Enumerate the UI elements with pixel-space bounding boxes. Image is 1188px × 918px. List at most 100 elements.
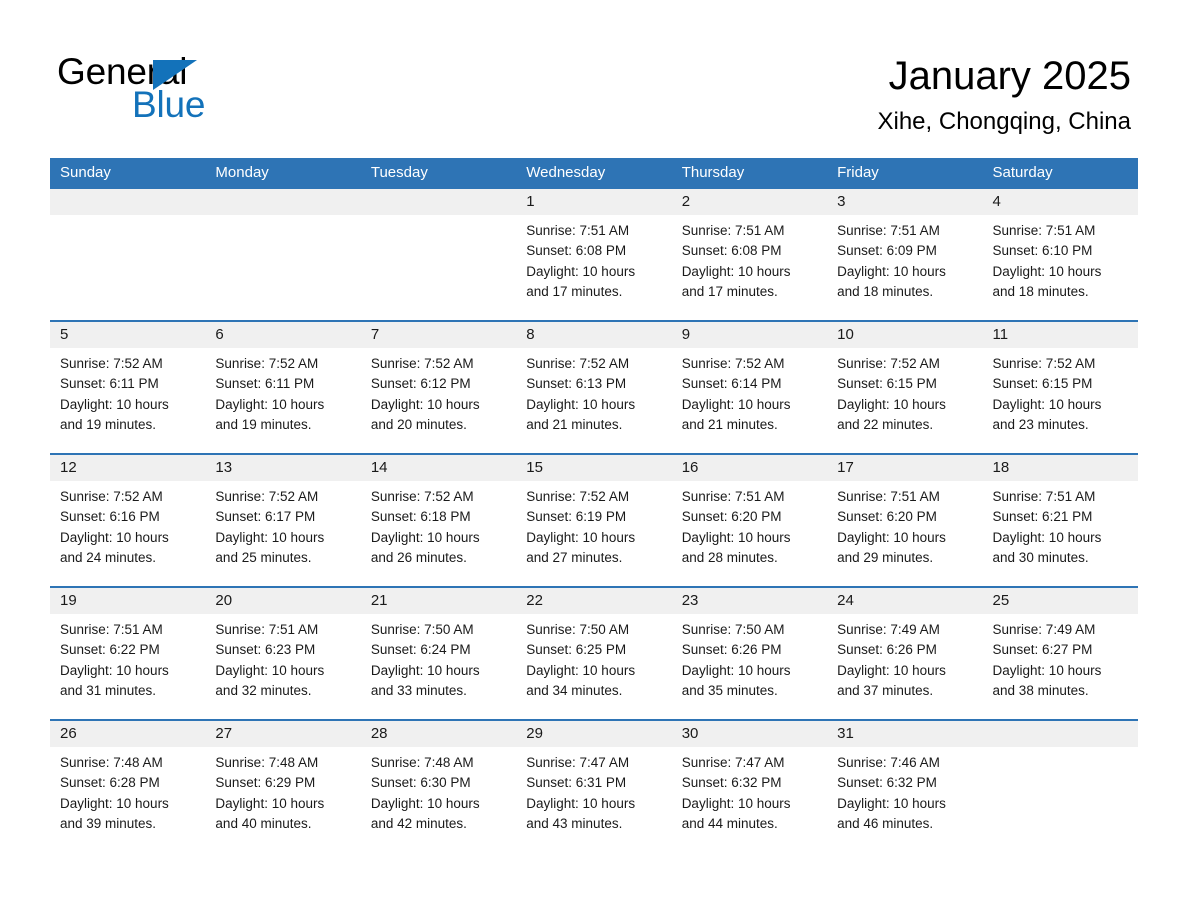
sunset-text: Sunset: 6:26 PM — [681, 642, 782, 658]
daylight-text-line1: Daylight: 10 hours — [837, 396, 946, 412]
day-number-band: 3 — [827, 189, 983, 215]
day-cell[interactable]: 7 Sunrise: 7:52 AM Sunset: 6:12 PM Dayli… — [360, 322, 517, 453]
daylight-text-line2: and 17 minutes. — [526, 283, 623, 299]
day-details: Sunrise: 7:52 AM Sunset: 6:12 PM Dayligh… — [361, 348, 516, 435]
daylight-text-line1: Daylight: 10 hours — [992, 662, 1102, 678]
daylight-text-line1: Daylight: 10 hours — [837, 662, 946, 678]
day-cell[interactable]: 19 Sunrise: 7:51 AM Sunset: 6:22 PM Dayl… — [50, 588, 206, 719]
day-details: Sunrise: 7:52 AM Sunset: 6:11 PM Dayligh… — [50, 348, 205, 435]
calendar-week-row: 1 Sunrise: 7:51 AM Sunset: 6:08 PM Dayli… — [50, 187, 1138, 320]
daylight-text-line2: and 22 minutes. — [837, 416, 934, 432]
day-number-band: 12 — [50, 455, 206, 481]
daylight-text-line1: Daylight: 10 hours — [681, 396, 791, 412]
day-number-band: 10 — [827, 322, 983, 348]
day-cell[interactable]: 15 Sunrise: 7:52 AM Sunset: 6:19 PM Dayl… — [516, 455, 672, 586]
day-number-band: 18 — [982, 455, 1138, 481]
day-cell[interactable]: 5 Sunrise: 7:52 AM Sunset: 6:11 PM Dayli… — [50, 322, 206, 453]
day-cell[interactable]: 18 Sunrise: 7:51 AM Sunset: 6:21 PM Dayl… — [982, 455, 1138, 586]
day-cell[interactable]: 23 Sunrise: 7:50 AM Sunset: 6:26 PM Dayl… — [671, 588, 828, 719]
day-details: Sunrise: 7:52 AM Sunset: 6:19 PM Dayligh… — [516, 481, 671, 568]
daylight-text-line1: Daylight: 10 hours — [215, 662, 325, 678]
daylight-text-line1: Daylight: 10 hours — [215, 529, 325, 545]
day-details: Sunrise: 7:52 AM Sunset: 6:16 PM Dayligh… — [50, 481, 205, 568]
page-title: January 2025 — [888, 54, 1131, 98]
day-cell[interactable]: 13 Sunrise: 7:52 AM Sunset: 6:17 PM Dayl… — [205, 455, 361, 586]
daylight-text-line2: and 29 minutes. — [837, 549, 934, 565]
day-cell[interactable]: 29 Sunrise: 7:47 AM Sunset: 6:31 PM Dayl… — [516, 721, 672, 852]
day-number-band: 5 — [50, 322, 206, 348]
day-cell[interactable] — [50, 189, 206, 320]
day-cell[interactable]: 25 Sunrise: 7:49 AM Sunset: 6:27 PM Dayl… — [982, 588, 1138, 719]
day-cell[interactable] — [205, 189, 361, 320]
day-cell[interactable]: 26 Sunrise: 7:48 AM Sunset: 6:28 PM Dayl… — [50, 721, 206, 852]
day-details: Sunrise: 7:48 AM Sunset: 6:28 PM Dayligh… — [50, 747, 205, 834]
sunset-text: Sunset: 6:20 PM — [837, 509, 937, 525]
day-cell[interactable]: 3 Sunrise: 7:51 AM Sunset: 6:09 PM Dayli… — [827, 189, 983, 320]
sunset-text: Sunset: 6:12 PM — [370, 376, 471, 392]
day-number — [983, 725, 993, 742]
sunset-text: Sunset: 6:24 PM — [370, 642, 471, 658]
day-cell[interactable]: 24 Sunrise: 7:49 AM Sunset: 6:26 PM Dayl… — [827, 588, 983, 719]
day-cell[interactable]: 27 Sunrise: 7:48 AM Sunset: 6:29 PM Dayl… — [205, 721, 361, 852]
daylight-text-line1: Daylight: 10 hours — [837, 529, 946, 545]
day-cell[interactable]: 30 Sunrise: 7:47 AM Sunset: 6:32 PM Dayl… — [671, 721, 828, 852]
day-cell[interactable]: 2 Sunrise: 7:51 AM Sunset: 6:08 PM Dayli… — [671, 189, 828, 320]
daylight-text-line2: and 21 minutes. — [526, 416, 623, 432]
sunset-text: Sunset: 6:29 PM — [215, 775, 316, 791]
daylight-text-line2: and 43 minutes. — [526, 815, 623, 831]
day-number: 16 — [681, 459, 699, 476]
day-cell[interactable]: 10 Sunrise: 7:52 AM Sunset: 6:15 PM Dayl… — [827, 322, 983, 453]
sunrise-text: Sunrise: 7:49 AM — [837, 622, 940, 637]
calendar-grid: Sunday Monday Tuesday Wednesday Thursday… — [50, 158, 1138, 852]
day-details: Sunrise: 7:52 AM Sunset: 6:18 PM Dayligh… — [361, 481, 516, 568]
day-cell[interactable]: 12 Sunrise: 7:52 AM Sunset: 6:16 PM Dayl… — [50, 455, 206, 586]
day-cell[interactable]: 4 Sunrise: 7:51 AM Sunset: 6:10 PM Dayli… — [982, 189, 1138, 320]
daylight-text-line1: Daylight: 10 hours — [992, 529, 1102, 545]
daylight-text-line1: Daylight: 10 hours — [60, 396, 169, 412]
day-cell[interactable]: 16 Sunrise: 7:51 AM Sunset: 6:20 PM Dayl… — [671, 455, 828, 586]
sunrise-text: Sunrise: 7:51 AM — [681, 489, 785, 504]
sunset-text: Sunset: 6:23 PM — [215, 642, 316, 658]
day-number-band: 25 — [982, 588, 1138, 614]
sunrise-text: Sunrise: 7:51 AM — [681, 223, 785, 238]
sunrise-text: Sunrise: 7:52 AM — [215, 489, 319, 504]
day-number-band: 15 — [516, 455, 672, 481]
day-cell[interactable] — [360, 189, 517, 320]
day-number: 12 — [60, 459, 77, 476]
day-cell[interactable]: 31 Sunrise: 7:46 AM Sunset: 6:32 PM Dayl… — [827, 721, 983, 852]
sunset-text: Sunset: 6:15 PM — [837, 376, 937, 392]
day-cell[interactable]: 1 Sunrise: 7:51 AM Sunset: 6:08 PM Dayli… — [516, 189, 672, 320]
day-cell[interactable]: 9 Sunrise: 7:52 AM Sunset: 6:14 PM Dayli… — [671, 322, 828, 453]
day-number — [361, 193, 371, 210]
day-cell[interactable]: 17 Sunrise: 7:51 AM Sunset: 6:20 PM Dayl… — [827, 455, 983, 586]
day-cell[interactable]: 28 Sunrise: 7:48 AM Sunset: 6:30 PM Dayl… — [360, 721, 517, 852]
day-cell[interactable]: 11 Sunrise: 7:52 AM Sunset: 6:15 PM Dayl… — [982, 322, 1138, 453]
day-cell[interactable]: 8 Sunrise: 7:52 AM Sunset: 6:13 PM Dayli… — [516, 322, 672, 453]
day-cell[interactable]: 22 Sunrise: 7:50 AM Sunset: 6:25 PM Dayl… — [516, 588, 672, 719]
day-number: 20 — [215, 592, 233, 609]
weekday-header-saturday: Saturday — [992, 164, 1053, 181]
day-number: 28 — [370, 725, 388, 742]
daylight-text-line1: Daylight: 10 hours — [681, 662, 791, 678]
day-cell[interactable]: 6 Sunrise: 7:52 AM Sunset: 6:11 PM Dayli… — [205, 322, 361, 453]
day-details: Sunrise: 7:52 AM Sunset: 6:14 PM Dayligh… — [672, 348, 827, 435]
daylight-text-line1: Daylight: 10 hours — [60, 529, 169, 545]
day-number: 27 — [215, 725, 233, 742]
day-cell[interactable]: 21 Sunrise: 7:50 AM Sunset: 6:24 PM Dayl… — [360, 588, 517, 719]
sunset-text: Sunset: 6:17 PM — [215, 509, 316, 525]
day-cell[interactable]: 14 Sunrise: 7:52 AM Sunset: 6:18 PM Dayl… — [360, 455, 517, 586]
day-details: Sunrise: 7:51 AM Sunset: 6:20 PM Dayligh… — [827, 481, 982, 568]
daylight-text-line2: and 42 minutes. — [370, 815, 467, 831]
day-cell[interactable] — [982, 721, 1138, 852]
day-number-band: 29 — [516, 721, 672, 747]
weekday-header-wednesday: Wednesday — [526, 164, 606, 181]
day-number: 13 — [215, 459, 233, 476]
daylight-text-line2: and 17 minutes. — [681, 283, 778, 299]
day-cell[interactable]: 20 Sunrise: 7:51 AM Sunset: 6:23 PM Dayl… — [205, 588, 361, 719]
sunrise-text: Sunrise: 7:51 AM — [992, 223, 1096, 238]
sunrise-text: Sunrise: 7:51 AM — [526, 223, 630, 238]
day-number: 6 — [215, 326, 224, 343]
daylight-text-line2: and 19 minutes. — [60, 416, 157, 432]
weekday-header-row: Sunday Monday Tuesday Wednesday Thursday… — [50, 158, 1138, 187]
daylight-text-line2: and 27 minutes. — [526, 549, 623, 565]
